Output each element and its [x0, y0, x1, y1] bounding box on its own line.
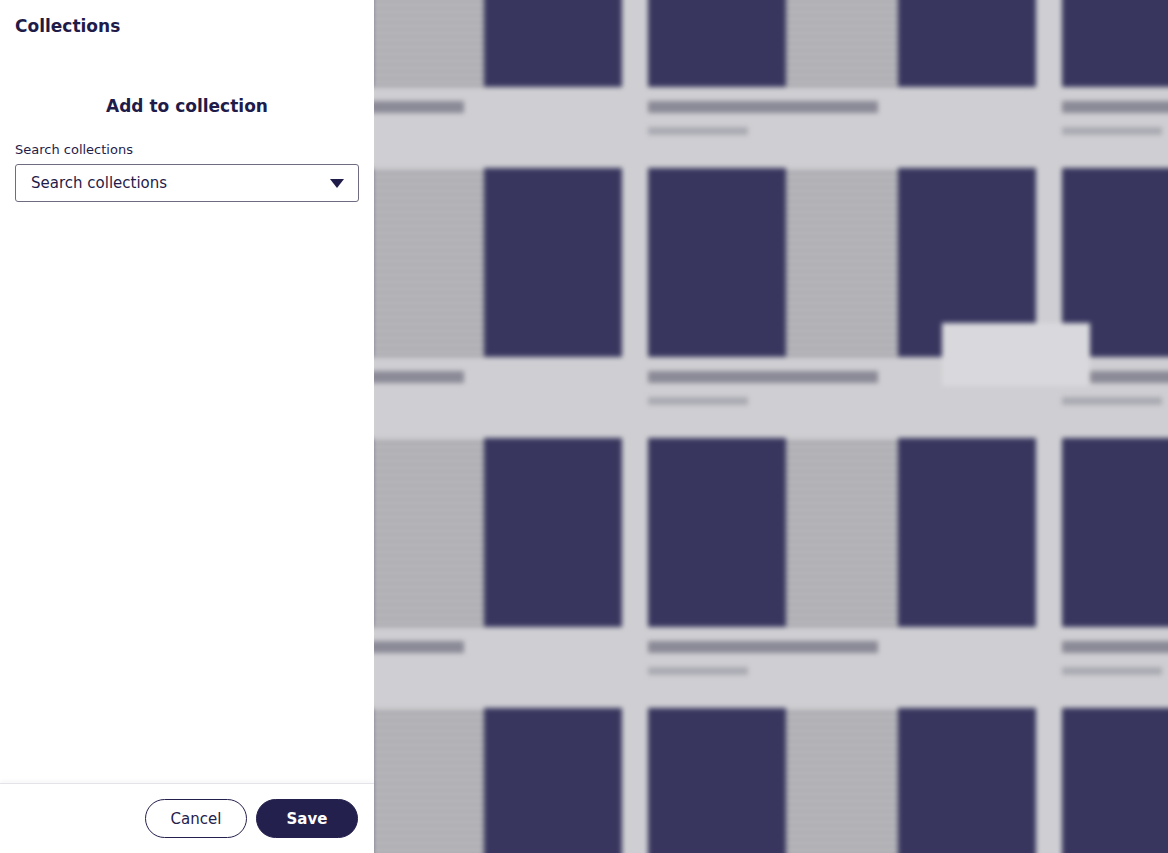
collection-card: [374, 168, 622, 438]
card-grid: [374, 0, 1168, 853]
cancel-button[interactable]: Cancel: [145, 799, 247, 838]
page: Collections Add to collection Search col…: [0, 0, 1168, 853]
caret-down-icon[interactable]: [330, 179, 344, 188]
drawer-title: Collections: [15, 16, 359, 40]
collections-select[interactable]: [15, 164, 359, 202]
collection-card: [1062, 168, 1168, 438]
search-label: Search collections: [15, 142, 359, 160]
drawer-footer: CancelSave: [0, 783, 374, 853]
collection-card: [648, 168, 1036, 438]
collection-card: [648, 0, 1036, 168]
search-input[interactable]: [31, 174, 330, 192]
collection-card: [374, 708, 622, 853]
collection-card: [374, 438, 622, 708]
save-button[interactable]: Save: [256, 799, 358, 838]
collection-card: [374, 0, 622, 168]
drawer-heading: Add to collection: [15, 96, 359, 120]
collection-card: [1062, 438, 1168, 708]
collection-card: [1062, 0, 1168, 168]
collection-card: [648, 438, 1036, 708]
blurred-backdrop[interactable]: [374, 0, 1168, 853]
collection-card: [1062, 708, 1168, 853]
collection-card: [648, 708, 1036, 853]
collections-drawer: Collections Add to collection Search col…: [0, 0, 374, 853]
card-menu: [942, 323, 1090, 386]
